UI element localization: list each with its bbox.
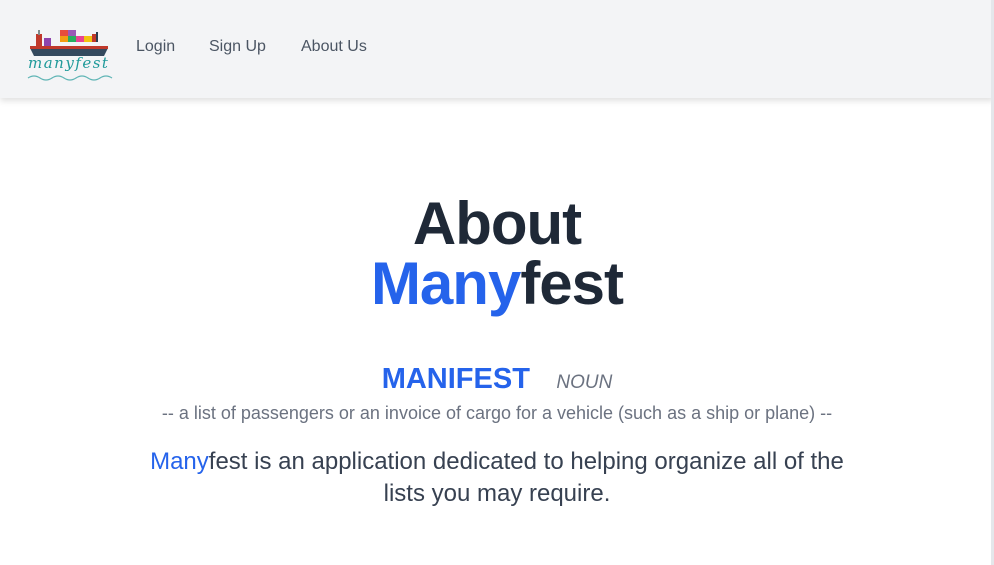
top-navbar: manyfest Login Sign Up About Us bbox=[0, 0, 994, 98]
description-text: fest is an application dedicated to help… bbox=[208, 448, 844, 507]
title-line-about: About bbox=[412, 190, 582, 257]
app-description: Manyfest is an application dedicated to … bbox=[137, 446, 857, 510]
title-accent-many: Many bbox=[370, 250, 521, 317]
nav-about-link[interactable]: About Us bbox=[301, 38, 367, 56]
page-title: About Manyfest bbox=[0, 194, 994, 314]
logo-wordmark: manyfest bbox=[28, 54, 110, 72]
part-of-speech: NOUN bbox=[556, 372, 613, 393]
wave-icon bbox=[27, 75, 113, 81]
dictionary-definition: -- a list of passengers or an invoice of… bbox=[161, 403, 833, 423]
dictionary-entry: MANIFEST NOUN bbox=[0, 363, 994, 403]
description-accent: Many bbox=[150, 448, 209, 475]
nav-signup-link[interactable]: Sign Up bbox=[209, 38, 266, 56]
manyfest-logo[interactable]: manyfest bbox=[24, 24, 116, 82]
title-rest-fest: fest bbox=[520, 250, 624, 317]
ship-icon bbox=[30, 30, 108, 56]
nav-login-link[interactable]: Login bbox=[136, 38, 175, 56]
main-content: About Manyfest MANIFEST NOUN -- a list o… bbox=[0, 98, 994, 510]
dictionary-word: MANIFEST bbox=[381, 363, 530, 395]
